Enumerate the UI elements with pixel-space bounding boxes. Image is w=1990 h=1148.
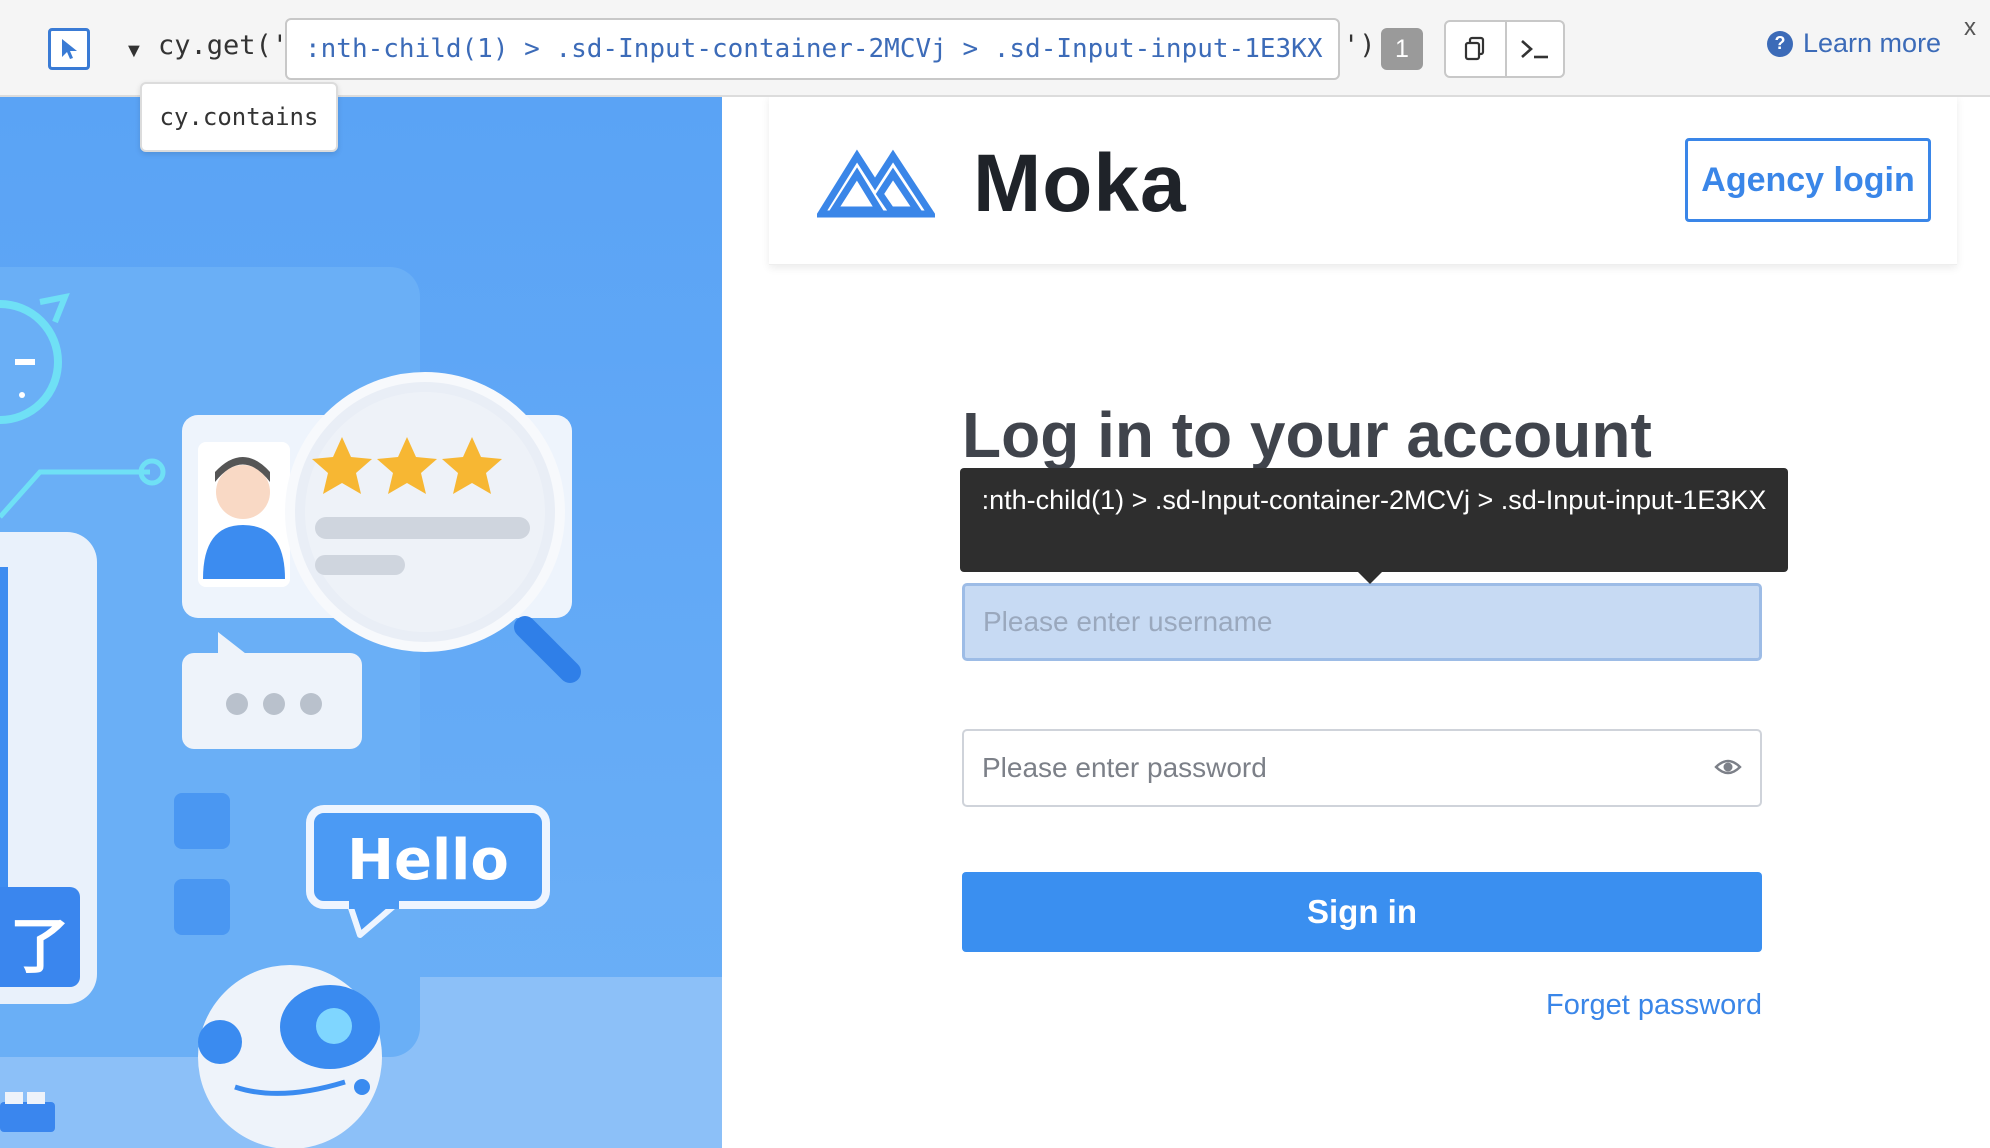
agency-login-button[interactable]: Agency login [1685,138,1931,222]
selector-tooltip: :nth-child(1) > .sd-Input-container-2MCV… [960,468,1788,584]
badge-char: 了 [10,912,70,982]
selector-tooltip-text: :nth-child(1) > .sd-Input-container-2MCV… [981,485,1767,515]
page-title: Log in to your account [962,399,1652,471]
tooltip-arrow [1358,572,1382,584]
sign-in-button[interactable]: Sign in [962,872,1762,952]
password-input[interactable] [982,752,1702,784]
command-dropdown-option[interactable]: cy.contains [140,82,338,152]
moka-mountain-icon [817,149,935,218]
question-circle-icon: ? [1767,30,1793,57]
match-count-badge: 1 [1381,28,1423,70]
forget-password-link[interactable]: Forget password [1546,989,1762,1022]
selector-target-button[interactable] [48,28,90,70]
brand-name: Moka [973,138,1187,229]
copy-button[interactable] [1446,22,1505,76]
password-field[interactable] [962,729,1762,807]
learn-more-label: Learn more [1803,28,1942,58]
username-input[interactable] [983,606,1741,638]
selector-action-group [1444,20,1565,78]
site-header: Moka Agency login [769,95,1957,265]
username-field[interactable] [962,583,1762,661]
moka-logo[interactable]: Moka [817,137,1187,231]
print-to-console-button[interactable] [1504,22,1564,76]
command-prefix: cy.get(' [158,30,289,61]
caret-down-icon[interactable]: ▼ [124,40,144,63]
selector-target-icon [62,39,77,59]
hello-bubble-text: Hello [347,828,509,893]
selector-input[interactable]: :nth-child(1) > .sd-Input-container-2MCV… [285,18,1340,80]
terminal-icon [1520,40,1548,59]
eye-icon[interactable] [1714,752,1742,784]
copy-icon [1465,36,1485,61]
hero-illustration: 了 Hello [0,97,722,1148]
command-suffix: ') [1343,30,1376,61]
learn-more-link[interactable]: ? Learn more [1767,28,1941,59]
illustration-panel: 了 Hello [0,97,722,1148]
close-playground-button[interactable]: x [1964,14,1976,42]
